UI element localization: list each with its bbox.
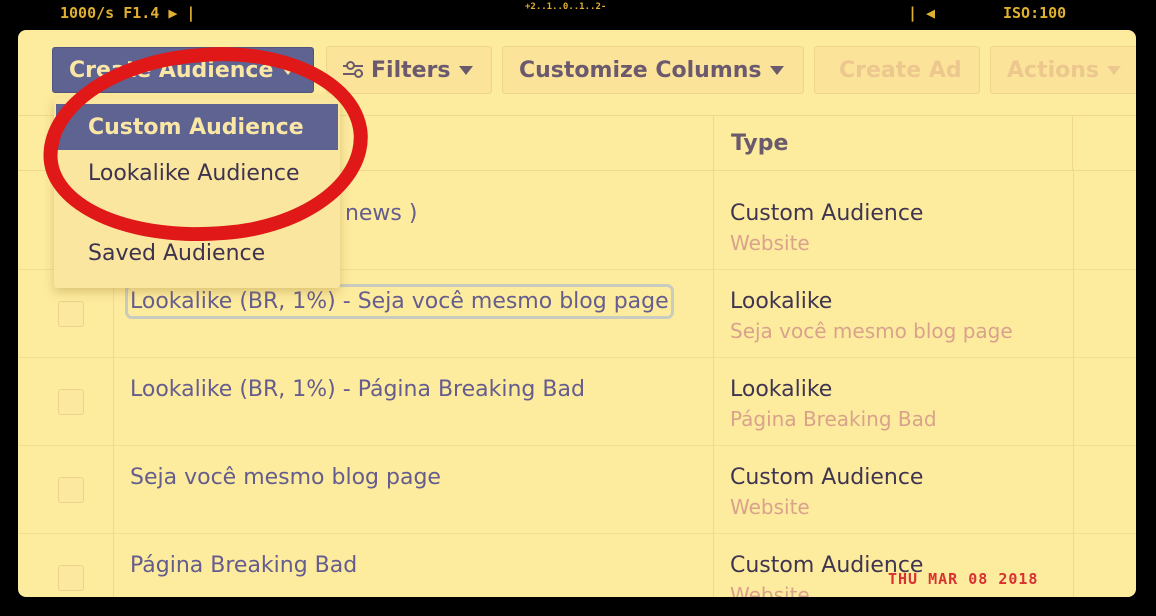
audience-source: Página Breaking Bad xyxy=(730,407,937,431)
audience-name-link[interactable]: Página Breaking Bad xyxy=(130,553,357,578)
actions-label: Actions xyxy=(1007,57,1099,83)
hud-shutter: 1000/s F1.4 ▶ | xyxy=(60,4,196,22)
table-row[interactable]: Seja você mesmo blog page Custom Audienc… xyxy=(18,445,1136,534)
row-checkbox[interactable] xyxy=(58,389,84,415)
audience-type: Custom Audience xyxy=(730,201,924,226)
hud-indicator: | ◀ xyxy=(908,4,936,22)
screen: Create Audience Filters Customize Column… xyxy=(18,30,1136,597)
create-audience-dropdown: Custom Audience Lookalike Audience Saved… xyxy=(54,98,340,288)
customize-columns-button[interactable]: Customize Columns xyxy=(502,46,804,94)
chevron-down-icon xyxy=(281,65,296,75)
filters-button[interactable]: Filters xyxy=(326,46,492,94)
create-audience-button[interactable]: Create Audience xyxy=(52,47,314,93)
audience-name-link[interactable]: Seja você mesmo blog page xyxy=(130,465,441,490)
chevron-down-icon xyxy=(1107,65,1121,75)
hud-exposure-meter: +2..1..0..1..2- xyxy=(525,2,607,12)
audience-name-link[interactable]: Lookalike (BR, 1%) - Página Breaking Bad xyxy=(130,377,585,402)
row-checkbox[interactable] xyxy=(58,477,84,503)
chevron-down-icon xyxy=(458,65,473,75)
audience-type: Custom Audience xyxy=(730,465,924,490)
row-checkbox[interactable] xyxy=(58,565,84,591)
audience-source: Website xyxy=(730,495,810,519)
hud-iso: ISO:100 xyxy=(1003,4,1067,22)
audience-source: Website xyxy=(730,231,810,255)
sliders-icon xyxy=(343,61,363,78)
chevron-down-icon xyxy=(769,65,784,75)
customize-columns-label: Customize Columns xyxy=(519,57,762,83)
menu-item-lookalike-audience[interactable]: Lookalike Audience xyxy=(56,150,338,196)
create-ad-label: Create Ad xyxy=(839,57,962,83)
type-header-label: Type xyxy=(731,130,789,156)
filters-label: Filters xyxy=(371,57,451,83)
audience-source: Website xyxy=(730,583,810,597)
audience-source: Seja você mesmo blog page xyxy=(730,319,1013,343)
toolbar: Create Audience Filters Customize Column… xyxy=(18,46,1136,96)
column-header-type[interactable]: Type xyxy=(713,116,1073,170)
row-checkbox[interactable] xyxy=(58,301,84,327)
create-ad-button[interactable]: Create Ad xyxy=(814,46,980,94)
table-row[interactable]: Lookalike (BR, 1%) - Página Breaking Bad… xyxy=(18,357,1136,446)
actions-button[interactable]: Actions xyxy=(990,46,1136,94)
audience-type: Lookalike xyxy=(730,289,833,314)
menu-item-saved-audience[interactable]: Saved Audience xyxy=(56,230,338,276)
date-stamp: THU MAR 08 2018 xyxy=(888,570,1039,588)
camera-hud: 1000/s F1.4 ▶ | +2..1..0..1..2- | ◀ ISO:… xyxy=(0,0,1156,28)
menu-item-custom-audience[interactable]: Custom Audience xyxy=(56,104,338,150)
create-audience-label: Create Audience xyxy=(69,57,274,83)
audience-name-link[interactable]: Lookalike (BR, 1%) - Seja você mesmo blo… xyxy=(125,284,674,319)
audience-type: Lookalike xyxy=(730,377,833,402)
